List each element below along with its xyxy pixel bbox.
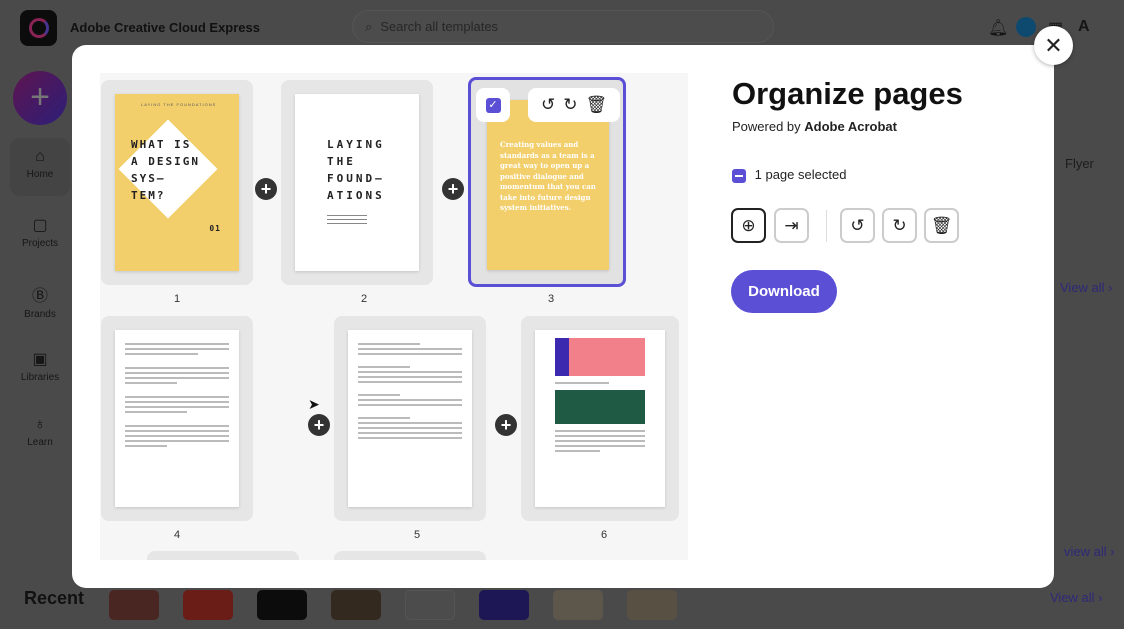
sidebar: + ⌂ Home ▢ Projects Ⓑ Brands ▣ Libraries ♁ Le… (0, 56, 70, 629)
toolbar-divider (826, 210, 827, 242)
bell-icon[interactable]: 🔔︎ (988, 18, 1008, 38)
recent-heading: Recent (24, 588, 85, 608)
page-tile-5[interactable] (334, 316, 486, 521)
page-number: 3 (547, 293, 555, 305)
rotate-left-button[interactable]: ↺ (840, 208, 875, 243)
file-add-icon: ⊕ (741, 215, 756, 235)
libraries-icon: ▣ (32, 351, 48, 368)
recent-thumb[interactable] (405, 590, 455, 620)
recent-view-all-link[interactable]: View all › (1050, 590, 1103, 605)
trash-icon[interactable]: 🗑︎ (585, 95, 607, 115)
rotate-left-icon: ↺ (850, 215, 865, 235)
sidebar-item-brands[interactable]: Ⓑ Brands (10, 272, 70, 330)
recent-thumb[interactable] (331, 590, 381, 620)
page-tile-2[interactable]: LAYING THE FOUND— ATIONS (281, 80, 433, 285)
create-button[interactable]: + (13, 71, 67, 125)
flyer-label[interactable]: Flyer (1065, 156, 1094, 171)
rotate-right-icon[interactable]: ↻ (563, 95, 577, 115)
insert-page-button[interactable]: + (442, 178, 464, 200)
page-title-text: WHAT IS A DESIGN SYS— TEM? (131, 138, 200, 202)
dialog-title: Organize pages (732, 76, 963, 111)
page-tile-1[interactable]: LAYING THE FOUNDATIONS WHAT IS A DESIGN … (101, 80, 253, 285)
recent-thumb[interactable] (479, 590, 529, 620)
page-number: 2 (360, 293, 368, 305)
page-thumbnail: Creating values and standards as a team … (487, 100, 609, 270)
sidebar-item-learn[interactable]: ♁ Learn (10, 406, 70, 464)
page-number: 6 (600, 529, 608, 541)
sidebar-item-projects[interactable]: ▢ Projects (10, 205, 70, 263)
mouse-cursor-icon: ➤ (308, 396, 320, 412)
view-all-link[interactable]: View all › (1060, 280, 1113, 295)
search-input[interactable]: ⌕ Search all templates (352, 10, 774, 43)
page-thumbnail (115, 330, 239, 507)
insert-page-button[interactable]: + (308, 414, 330, 436)
recent-thumb[interactable] (553, 590, 603, 620)
delete-page-button[interactable]: 🗑︎ (924, 208, 959, 243)
insert-page-action-button[interactable]: ⊕ (731, 208, 766, 243)
page-hover-toolbar: ↺ ↻ 🗑︎ (528, 88, 620, 122)
powered-by-text: Powered by Adobe Acrobat (732, 119, 897, 134)
top-bar: Adobe Creative Cloud Express ⌕ Search all… (0, 0, 1124, 46)
page-tile-8[interactable] (334, 551, 486, 560)
home-icon: ⌂ (35, 148, 45, 165)
avatar[interactable] (1016, 17, 1036, 37)
page-issue-number: 01 (209, 224, 221, 233)
projects-icon: ▢ (32, 217, 48, 234)
selection-status[interactable]: 1 page selected (732, 167, 846, 183)
search-icon: ⌕ (365, 18, 373, 34)
page-thumbnail (535, 330, 665, 507)
page-title-text: LAYING THE FOUND— ATIONS (327, 138, 385, 202)
page-body-text: Creating values and standards as a team … (500, 140, 596, 212)
nav-label: Projects (21, 238, 59, 249)
nav-label: Learn (27, 437, 53, 448)
lightbulb-icon: ♁ (34, 416, 46, 433)
sidebar-item-home[interactable]: ⌂ Home (10, 138, 70, 196)
search-placeholder: Search all templates (380, 19, 499, 34)
page-select-checkbox[interactable]: ✓ (476, 88, 510, 122)
nav-label: Brands (24, 309, 56, 320)
page-tile-3[interactable]: Creating values and standards as a team … (468, 77, 626, 287)
recent-thumb[interactable] (183, 590, 233, 620)
app-logo[interactable] (20, 10, 57, 46)
page-thumbnail (348, 330, 472, 507)
page-image (555, 390, 645, 424)
page-header-text: LAYING THE FOUNDATIONS (141, 102, 217, 107)
download-button[interactable]: Download (731, 270, 837, 313)
checkmark-icon: ✓ (485, 97, 501, 113)
adobe-icon[interactable]: A (1078, 18, 1090, 36)
recent-thumb[interactable] (257, 590, 307, 620)
insert-page-button[interactable]: + (255, 178, 277, 200)
selection-text: 1 page selected (754, 167, 847, 182)
app-title: Adobe Creative Cloud Express (70, 20, 260, 35)
recent-thumb[interactable] (627, 590, 677, 620)
recent-thumb[interactable] (109, 590, 159, 620)
close-icon: ✕ (1044, 32, 1063, 58)
page-number: 5 (413, 529, 421, 541)
rotate-right-button[interactable]: ↻ (882, 208, 917, 243)
rotate-left-icon[interactable]: ↺ (541, 95, 555, 115)
page-tile-6[interactable] (521, 316, 679, 521)
view-all-link-2[interactable]: view all › (1064, 544, 1115, 559)
page-tile-4[interactable] (101, 316, 253, 521)
page-number: 1 (173, 293, 181, 305)
page-tile-7[interactable] (147, 551, 299, 560)
page-grid: LAYING THE FOUNDATIONS WHAT IS A DESIGN … (100, 73, 688, 560)
partial-checkbox-icon[interactable] (732, 168, 746, 183)
brands-icon: Ⓑ (31, 288, 48, 305)
rotate-right-icon: ↻ (892, 215, 907, 235)
insert-page-button[interactable]: + (495, 414, 517, 436)
nav-label: Home (26, 169, 54, 180)
close-button[interactable]: ✕ (1034, 26, 1073, 65)
page-thumbnail: LAYING THE FOUND— ATIONS (295, 94, 419, 271)
sidebar-item-libraries[interactable]: ▣ Libraries (10, 339, 70, 397)
nav-label: Libraries (20, 372, 60, 383)
replace-page-button[interactable]: ⇥ (774, 208, 809, 243)
page-image (555, 338, 645, 376)
file-replace-icon: ⇥ (784, 215, 799, 235)
trash-icon: 🗑︎ (930, 215, 953, 235)
page-thumbnail: LAYING THE FOUNDATIONS WHAT IS A DESIGN … (115, 94, 239, 271)
page-number: 4 (173, 529, 181, 541)
